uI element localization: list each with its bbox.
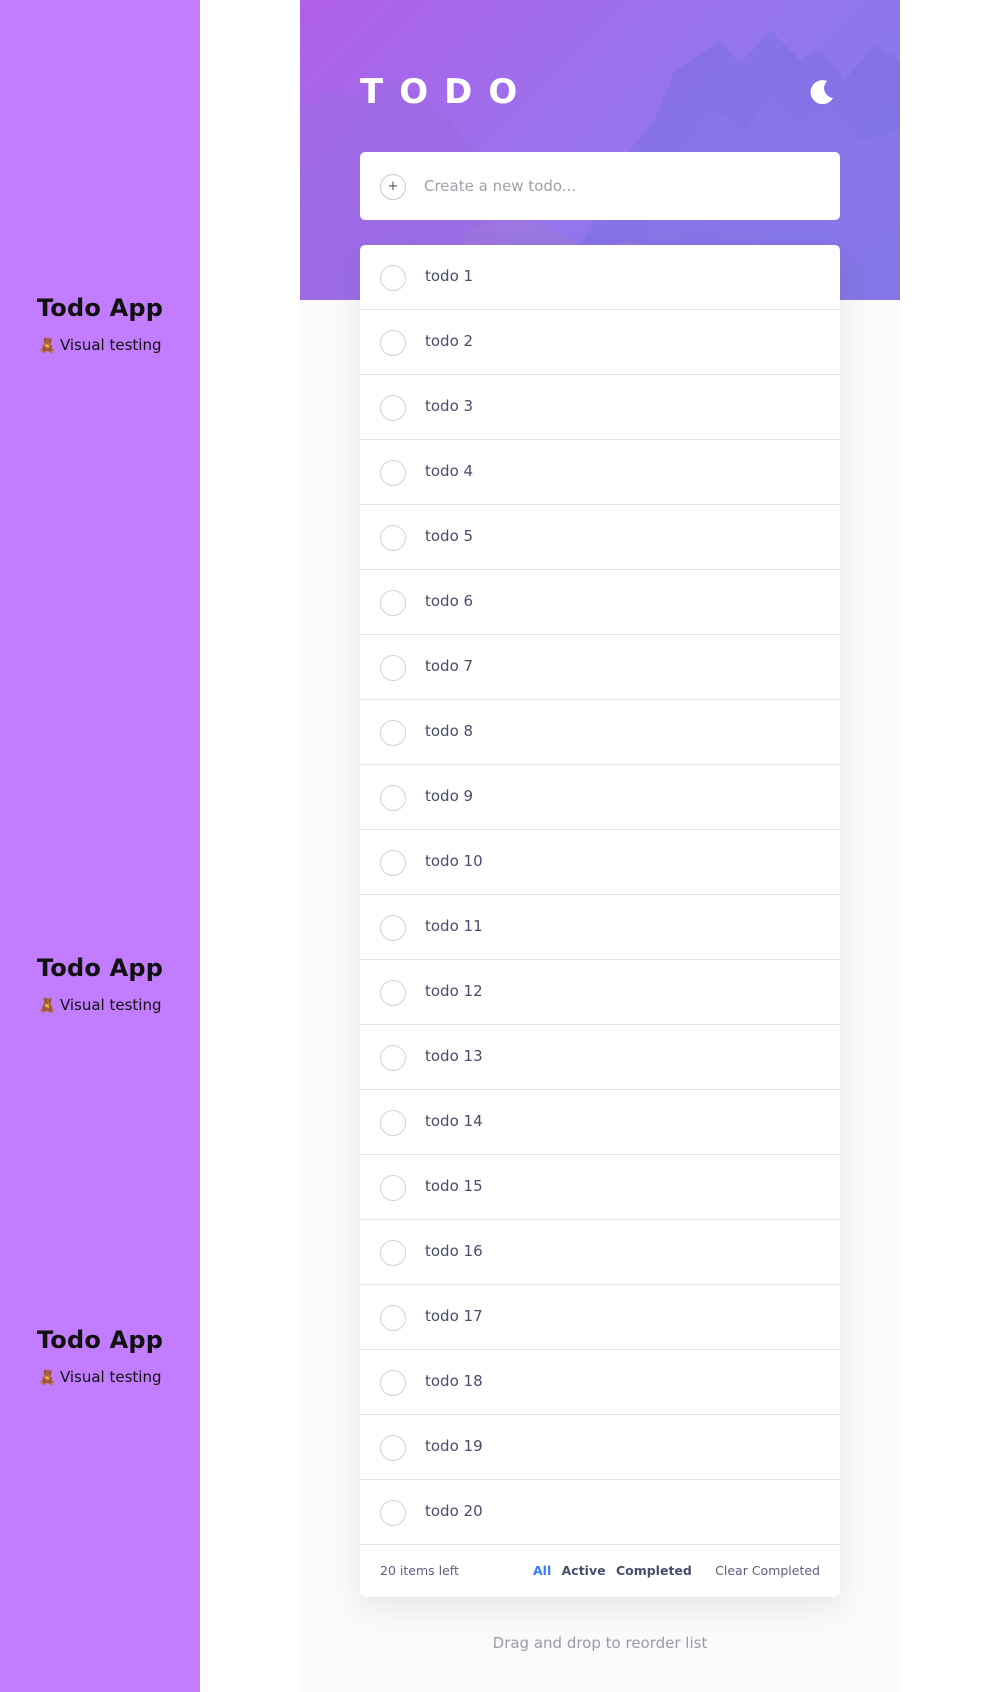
todo-item[interactable]: todo 5 bbox=[360, 505, 840, 570]
todo-label: todo 19 bbox=[425, 1437, 483, 1455]
todo-item[interactable]: todo 8 bbox=[360, 700, 840, 765]
todo-list: todo 1 todo 2 todo 3 todo 4 todo 5 todo 6 todo… bbox=[360, 245, 840, 1597]
todo-label: todo 5 bbox=[425, 527, 474, 545]
todo-checkbox[interactable] bbox=[380, 1110, 406, 1136]
badge-title: Todo App bbox=[36, 1326, 164, 1354]
todo-label: todo 20 bbox=[425, 1502, 483, 1520]
todo-label: todo 11 bbox=[425, 917, 483, 935]
new-todo-input[interactable] bbox=[424, 170, 824, 202]
filter-active-button[interactable]: Active bbox=[562, 1563, 606, 1578]
todo-rows: todo 1 todo 2 todo 3 todo 4 todo 5 todo 6 todo… bbox=[360, 245, 840, 1545]
todo-item[interactable]: todo 2 bbox=[360, 310, 840, 375]
filter-completed-button[interactable]: Completed bbox=[616, 1563, 692, 1578]
todo-label: todo 8 bbox=[425, 722, 474, 740]
teddy-bear-icon: 🧸 bbox=[38, 998, 56, 1014]
todo-checkbox[interactable] bbox=[380, 655, 406, 681]
todo-checkbox[interactable] bbox=[380, 395, 406, 421]
filter-group: All Active Completed bbox=[533, 1563, 698, 1578]
todo-label: todo 17 bbox=[425, 1307, 483, 1325]
todo-checkbox[interactable] bbox=[380, 265, 406, 291]
filter-all-button[interactable]: All bbox=[533, 1563, 551, 1578]
todo-item[interactable]: todo 11 bbox=[360, 895, 840, 960]
teddy-bear-icon: 🧸 bbox=[38, 1370, 56, 1386]
todo-app: TODO + todo 1todo 2todo 3todo 4todo 5tod… bbox=[300, 0, 900, 1692]
todo-checkbox[interactable] bbox=[380, 1240, 406, 1266]
todo-checkbox[interactable] bbox=[380, 785, 406, 811]
todo-label: todo 14 bbox=[425, 1112, 483, 1130]
todo-checkbox[interactable] bbox=[380, 1175, 406, 1201]
todo-checkbox[interactable] bbox=[380, 525, 406, 551]
todo-label: todo 16 bbox=[425, 1242, 483, 1260]
badge-subtitle: Visual testing bbox=[59, 996, 162, 1014]
todo-label: todo 4 bbox=[425, 462, 474, 480]
todo-checkbox[interactable] bbox=[380, 460, 406, 486]
todo-checkbox[interactable] bbox=[380, 1305, 406, 1331]
clear-completed-button[interactable]: Clear Completed bbox=[715, 1563, 820, 1578]
todo-checkbox[interactable] bbox=[380, 980, 406, 1006]
todo-item[interactable]: todo 18 bbox=[360, 1350, 840, 1415]
todo-item[interactable]: todo 9 bbox=[360, 765, 840, 830]
app-badge: Todo App 🧸 Visual testing bbox=[0, 954, 200, 1014]
todo-item[interactable]: todo 17 bbox=[360, 1285, 840, 1350]
todo-label: todo 6 bbox=[425, 592, 474, 610]
moon-icon bbox=[810, 80, 833, 105]
todo-checkbox[interactable] bbox=[380, 330, 406, 356]
todo-checkbox[interactable] bbox=[380, 590, 406, 616]
page: Todo App 🧸 Visual testing Todo App 🧸 Visua… bbox=[0, 0, 1000, 1692]
badge-subtitle-row: 🧸 Visual testing bbox=[0, 996, 200, 1014]
todo-checkbox[interactable] bbox=[380, 915, 406, 941]
new-todo-bar: + bbox=[360, 152, 840, 220]
todo-checkbox[interactable] bbox=[380, 1500, 406, 1526]
todo-item[interactable]: todo 4 bbox=[360, 440, 840, 505]
todo-checkbox[interactable] bbox=[380, 1370, 406, 1396]
badge-title: Todo App bbox=[36, 294, 164, 322]
todo-item[interactable]: todo 13 bbox=[360, 1025, 840, 1090]
teddy-bear-icon: 🧸 bbox=[38, 338, 56, 354]
todo-label: todo 1 bbox=[425, 267, 474, 285]
badge-subtitle: Visual testing bbox=[59, 1368, 162, 1386]
todo-item[interactable]: todo 12 bbox=[360, 960, 840, 1025]
todo-item[interactable]: todo 3 bbox=[360, 375, 840, 440]
todo-label: todo 10 bbox=[425, 852, 483, 870]
sidebar: Todo App 🧸 Visual testing Todo App 🧸 Visua… bbox=[0, 0, 200, 1692]
list-footer: 20 items left All Active Completed Clear… bbox=[360, 1545, 840, 1597]
todo-checkbox[interactable] bbox=[380, 1045, 406, 1071]
todo-label: todo 9 bbox=[425, 787, 474, 805]
plus-icon[interactable]: + bbox=[380, 174, 406, 200]
theme-toggle-button[interactable] bbox=[808, 78, 836, 106]
app-badge: Todo App 🧸 Visual testing bbox=[0, 294, 200, 354]
drag-hint: Drag and drop to reorder list bbox=[492, 1634, 708, 1652]
todo-item[interactable]: todo 14 bbox=[360, 1090, 840, 1155]
todo-checkbox[interactable] bbox=[380, 850, 406, 876]
todo-item[interactable]: todo 10 bbox=[360, 830, 840, 895]
todo-label: todo 3 bbox=[425, 397, 474, 415]
todo-item[interactable]: todo 19 bbox=[360, 1415, 840, 1480]
todo-checkbox[interactable] bbox=[380, 1435, 406, 1461]
todo-item[interactable]: todo 1 bbox=[360, 245, 840, 310]
app-badge: Todo App 🧸 Visual testing bbox=[0, 1326, 200, 1386]
badge-subtitle: Visual testing bbox=[59, 336, 162, 354]
todo-label: todo 15 bbox=[425, 1177, 483, 1195]
badge-subtitle-row: 🧸 Visual testing bbox=[0, 1368, 200, 1386]
todo-item[interactable]: todo 16 bbox=[360, 1220, 840, 1285]
todo-label: todo 7 bbox=[425, 657, 474, 675]
todo-label: todo 2 bbox=[425, 332, 474, 350]
badge-title: Todo App bbox=[36, 954, 164, 982]
todo-item[interactable]: todo 20 bbox=[360, 1480, 840, 1545]
app-title: TODO bbox=[360, 72, 534, 112]
badge-subtitle-row: 🧸 Visual testing bbox=[0, 336, 200, 354]
todo-label: todo 18 bbox=[425, 1372, 483, 1390]
items-left-count: 20 items left bbox=[380, 1563, 459, 1578]
todo-item[interactable]: todo 7 bbox=[360, 635, 840, 700]
todo-item[interactable]: todo 15 bbox=[360, 1155, 840, 1220]
todo-label: todo 13 bbox=[425, 1047, 483, 1065]
todo-label: todo 12 bbox=[425, 982, 483, 1000]
todo-item[interactable]: todo 6 bbox=[360, 570, 840, 635]
todo-checkbox[interactable] bbox=[380, 720, 406, 746]
